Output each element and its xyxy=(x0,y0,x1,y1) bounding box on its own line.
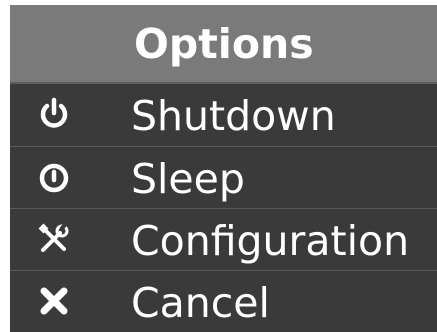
menu-item-label: Shutdown xyxy=(131,92,336,140)
tools-icon xyxy=(36,221,72,257)
power-icon xyxy=(36,96,72,132)
menu-title: Options xyxy=(134,20,314,68)
menu-item-cancel[interactable]: Cancel xyxy=(10,270,437,332)
options-menu: Options Shutdown Sleep Configuration Can… xyxy=(10,5,437,332)
menu-item-configuration[interactable]: Configuration xyxy=(10,208,437,270)
menu-item-shutdown[interactable]: Shutdown xyxy=(10,84,437,145)
sleep-icon xyxy=(36,159,72,195)
menu-item-label: Sleep xyxy=(131,155,245,203)
menu-item-sleep[interactable]: Sleep xyxy=(10,146,437,208)
menu-item-label: Cancel xyxy=(131,279,270,327)
menu-item-label: Configuration xyxy=(131,217,410,265)
close-icon xyxy=(36,283,72,319)
menu-header: Options xyxy=(10,5,437,84)
